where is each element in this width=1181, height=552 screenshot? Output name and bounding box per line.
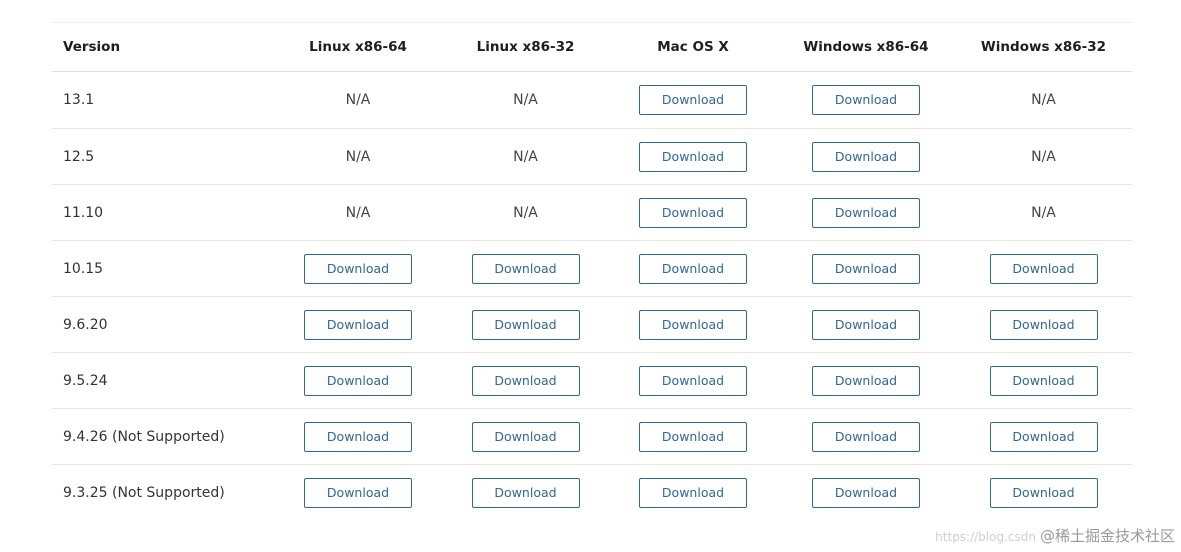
download-button-mac-os-x[interactable]: Download bbox=[639, 477, 747, 508]
download-button-windows-x86-64[interactable]: Download bbox=[812, 85, 920, 115]
download-button-mac-os-x[interactable]: Download bbox=[639, 421, 747, 452]
not-available-text: N/A bbox=[1031, 204, 1056, 221]
version-label: 10.15 bbox=[63, 260, 104, 277]
download-button-windows-x86-32[interactable]: Download bbox=[989, 309, 1098, 340]
not-available-text: N/A bbox=[345, 92, 371, 108]
download-button-linux-x86-32[interactable]: Download bbox=[471, 421, 580, 452]
header-windows-x86-32: Windows x86-32 bbox=[980, 39, 1107, 55]
version-label: 9.3.25 (Not Supported) bbox=[63, 484, 225, 501]
not-available-text: N/A bbox=[513, 148, 538, 165]
header-linux-x86-32: Linux x86-32 bbox=[476, 39, 575, 55]
table-row: 12.5 N/A N/A Download Download N/A bbox=[52, 128, 1132, 184]
not-available-text: N/A bbox=[1031, 92, 1056, 108]
header-windows-x86-64: Windows x86-64 bbox=[803, 39, 929, 55]
not-available-text: N/A bbox=[345, 204, 371, 221]
download-button-windows-x86-64[interactable]: Download bbox=[812, 197, 920, 228]
download-button-linux-x86-32[interactable]: Download bbox=[471, 309, 580, 340]
download-button-windows-x86-64[interactable]: Download bbox=[812, 141, 920, 172]
watermark-url: https://blog.csdn bbox=[935, 530, 1036, 544]
version-label: 12.5 bbox=[63, 148, 95, 165]
download-button-windows-x86-32[interactable]: Download bbox=[989, 477, 1098, 508]
download-button-mac-os-x[interactable]: Download bbox=[639, 85, 747, 115]
watermark: https://blog.csdn @稀土掘金技术社区 bbox=[935, 525, 1175, 546]
download-button-linux-x86-64[interactable]: Download bbox=[304, 421, 412, 452]
not-available-text: N/A bbox=[513, 204, 538, 221]
download-button-windows-x86-32[interactable]: Download bbox=[989, 253, 1098, 284]
download-button-windows-x86-64[interactable]: Download bbox=[812, 477, 920, 508]
download-button-windows-x86-64[interactable]: Download bbox=[812, 421, 920, 452]
version-label: 9.6.20 bbox=[63, 316, 108, 333]
download-button-windows-x86-32[interactable]: Download bbox=[989, 421, 1098, 452]
download-button-mac-os-x[interactable]: Download bbox=[639, 309, 747, 340]
download-button-linux-x86-64[interactable]: Download bbox=[304, 365, 412, 396]
download-button-mac-os-x[interactable]: Download bbox=[639, 141, 747, 172]
download-button-windows-x86-64[interactable]: Download bbox=[812, 309, 920, 340]
version-label: 11.10 bbox=[63, 204, 104, 221]
header-linux-x86-64: Linux x86-64 bbox=[309, 39, 407, 55]
download-button-linux-x86-32[interactable]: Download bbox=[471, 477, 580, 508]
version-label: 9.5.24 bbox=[63, 372, 108, 389]
download-button-windows-x86-64[interactable]: Download bbox=[812, 253, 920, 284]
table-header-row: Version Linux x86-64 Linux x86-32 Mac OS… bbox=[52, 22, 1132, 72]
version-label: 13.1 bbox=[63, 92, 95, 108]
header-mac-os-x: Mac OS X bbox=[657, 39, 729, 55]
download-button-windows-x86-32[interactable]: Download bbox=[989, 365, 1098, 396]
table-row: 9.6.20 Download Download Download Downlo… bbox=[52, 296, 1132, 352]
downloads-table: Version Linux x86-64 Linux x86-32 Mac OS… bbox=[52, 22, 1132, 520]
table-row: 13.1 N/A N/A Download Download N/A bbox=[52, 72, 1132, 128]
not-available-text: N/A bbox=[513, 92, 538, 108]
table-row: 9.4.26 (Not Supported) Download Download… bbox=[52, 408, 1132, 464]
not-available-text: N/A bbox=[1031, 148, 1056, 165]
download-button-windows-x86-64[interactable]: Download bbox=[812, 365, 920, 396]
table-row: 9.3.25 (Not Supported) Download Download… bbox=[52, 464, 1132, 520]
not-available-text: N/A bbox=[345, 148, 371, 165]
download-button-linux-x86-32[interactable]: Download bbox=[471, 365, 580, 396]
watermark-name: @稀土掘金技术社区 bbox=[1039, 527, 1175, 545]
download-button-linux-x86-64[interactable]: Download bbox=[304, 309, 412, 340]
download-button-linux-x86-64[interactable]: Download bbox=[304, 253, 412, 284]
download-button-linux-x86-32[interactable]: Download bbox=[471, 253, 580, 284]
download-button-mac-os-x[interactable]: Download bbox=[639, 197, 747, 228]
header-version: Version bbox=[63, 39, 121, 55]
version-label: 9.4.26 (Not Supported) bbox=[63, 428, 225, 445]
download-button-mac-os-x[interactable]: Download bbox=[639, 365, 747, 396]
table-row: 10.15 Download Download Download Downloa… bbox=[52, 240, 1132, 296]
table-row: 11.10 N/A N/A Download Download N/A bbox=[52, 184, 1132, 240]
table-row: 9.5.24 Download Download Download Downlo… bbox=[52, 352, 1132, 408]
download-button-linux-x86-64[interactable]: Download bbox=[304, 477, 412, 508]
download-button-mac-os-x[interactable]: Download bbox=[639, 253, 747, 284]
